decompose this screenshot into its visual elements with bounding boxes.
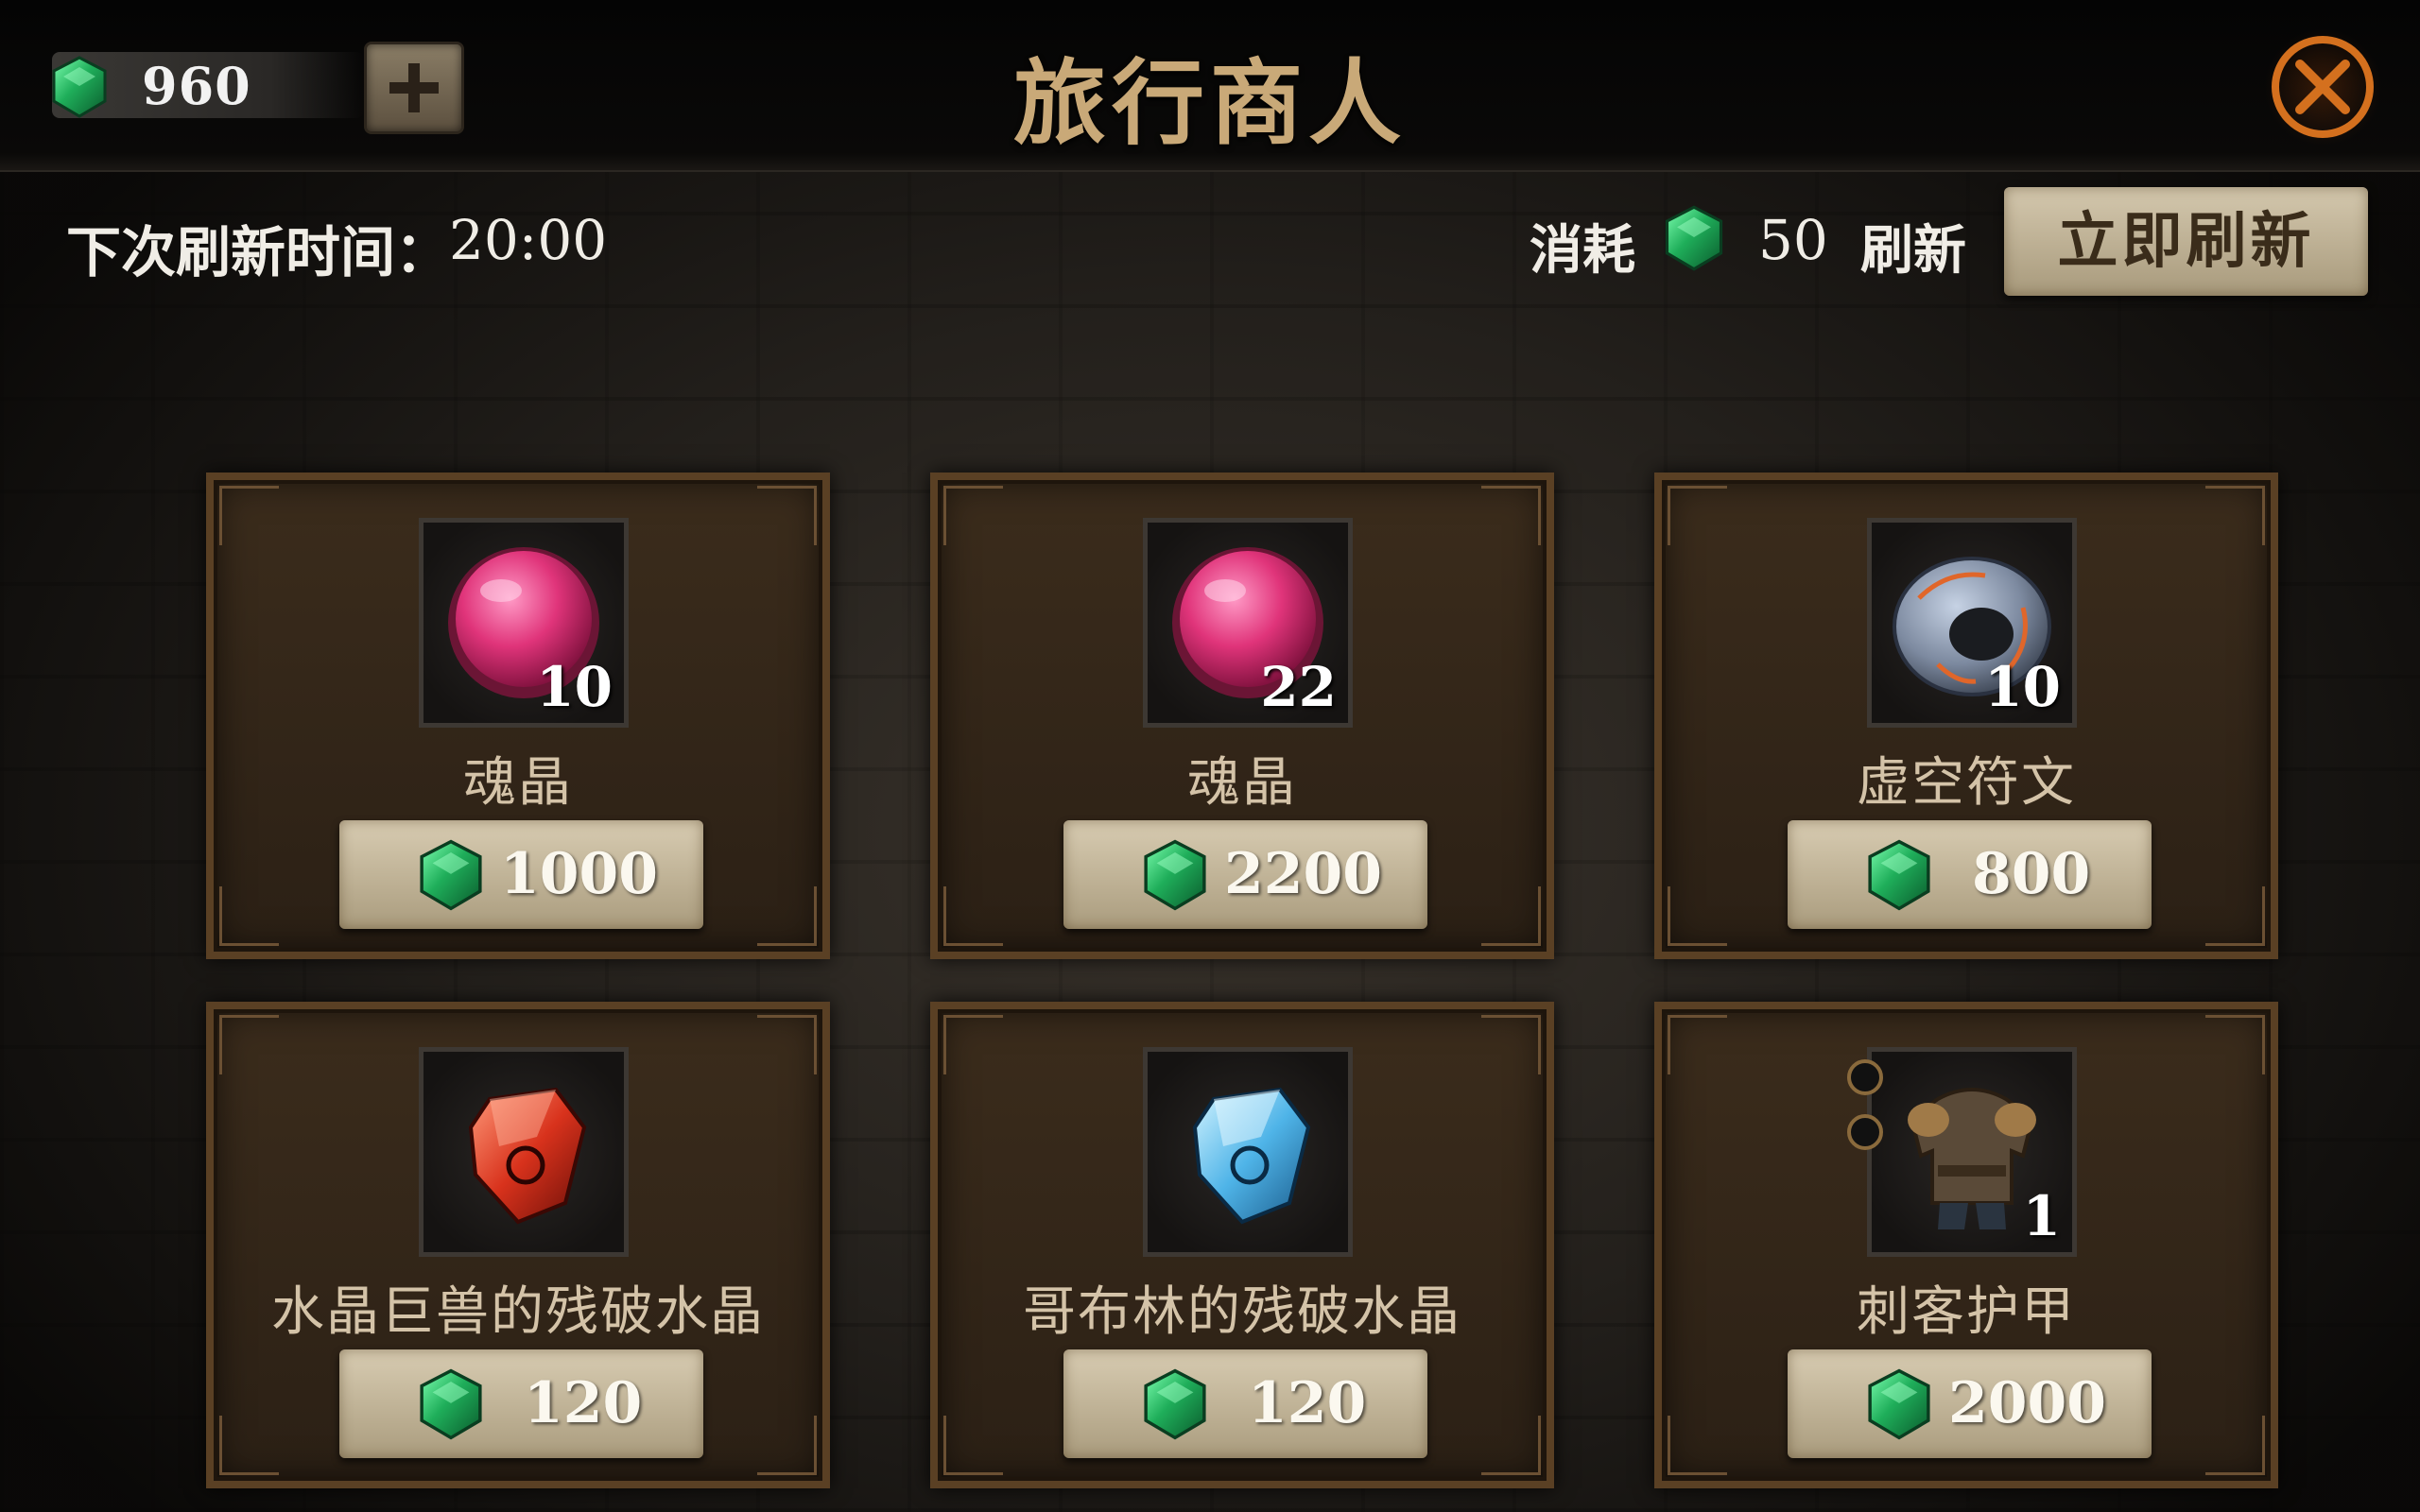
shop-item-card[interactable]: 22 魂晶 2200 [930, 472, 1554, 959]
item-price: 120 [1248, 1370, 1367, 1436]
item-quantity: 10 [536, 655, 613, 719]
item-name: 哥布林的残破水晶 [1023, 1281, 1461, 1343]
refresh-now-button[interactable]: 立即刷新 [2004, 187, 2368, 296]
close-icon [2272, 36, 2374, 138]
refresh-cost-label: 消耗 [1530, 219, 1635, 282]
item-name: 虚空符文 [1857, 752, 2076, 814]
item-name: 魂晶 [1187, 752, 1297, 814]
item-price: 120 [524, 1370, 643, 1436]
emerald-gem-icon [1144, 839, 1206, 911]
buy-button[interactable]: 120 [1063, 1349, 1427, 1458]
next-refresh-label: 下次刷新时间： [66, 220, 451, 284]
shop-item-card[interactable]: 水晶巨兽的残破水晶 120 [206, 1002, 830, 1488]
refresh-cost-value: 50 [1758, 208, 1828, 272]
item-name: 刺客护甲 [1857, 1281, 2076, 1343]
item-slot: 22 [1143, 518, 1353, 728]
buy-button[interactable]: 120 [339, 1349, 703, 1458]
blue-crystal-shard-icon [1192, 1087, 1311, 1225]
buy-button[interactable]: 2200 [1063, 820, 1427, 929]
item-price: 800 [1972, 841, 2091, 907]
emerald-gem-icon [1868, 839, 1930, 911]
socket-slots-icon [1847, 1059, 1883, 1150]
item-price: 2000 [1948, 1370, 2106, 1436]
shop-item-card[interactable]: 哥布林的残破水晶 120 [930, 1002, 1554, 1488]
emerald-gem-icon [1868, 1368, 1930, 1440]
red-crystal-shard-icon [468, 1087, 587, 1225]
top-bar: 960 旅行商人 [0, 0, 2420, 172]
page-title: 旅行商人 [1012, 49, 1407, 158]
item-price: 1000 [500, 841, 658, 907]
item-quantity: 22 [1260, 655, 1337, 719]
shop-item-card[interactable]: 10 虚空符文 800 [1654, 472, 2278, 959]
item-price: 2200 [1224, 841, 1382, 907]
emerald-gem-icon [420, 1368, 482, 1440]
item-quantity: 10 [1984, 655, 2061, 719]
item-slot: 1 [1867, 1047, 2077, 1257]
item-slot: 10 [1867, 518, 2077, 728]
buy-button[interactable]: 2000 [1788, 1349, 2152, 1458]
item-slot: 10 [419, 518, 629, 728]
refresh-cost-suffix: 刷新 [1860, 219, 1966, 282]
close-button[interactable] [2264, 28, 2382, 146]
item-name: 魂晶 [463, 752, 573, 814]
emerald-gem-icon [1144, 1368, 1206, 1440]
emerald-gem-icon [420, 839, 482, 911]
next-refresh-time: 20:00 [449, 208, 608, 272]
merchant-screen: { "header": { "title": "旅行商人", "gem_bala… [0, 0, 2420, 1512]
item-name: 水晶巨兽的残破水晶 [271, 1281, 765, 1343]
emerald-gem-icon [1665, 205, 1723, 271]
item-slot [419, 1047, 629, 1257]
shop-item-card[interactable]: 1 刺客护甲 2000 [1654, 1002, 2278, 1488]
shop-item-card[interactable]: 10 魂晶 1000 [206, 472, 830, 959]
item-quantity: 1 [2022, 1184, 2061, 1248]
buy-button[interactable]: 800 [1788, 820, 2152, 929]
buy-button[interactable]: 1000 [339, 820, 703, 929]
item-slot [1143, 1047, 1353, 1257]
